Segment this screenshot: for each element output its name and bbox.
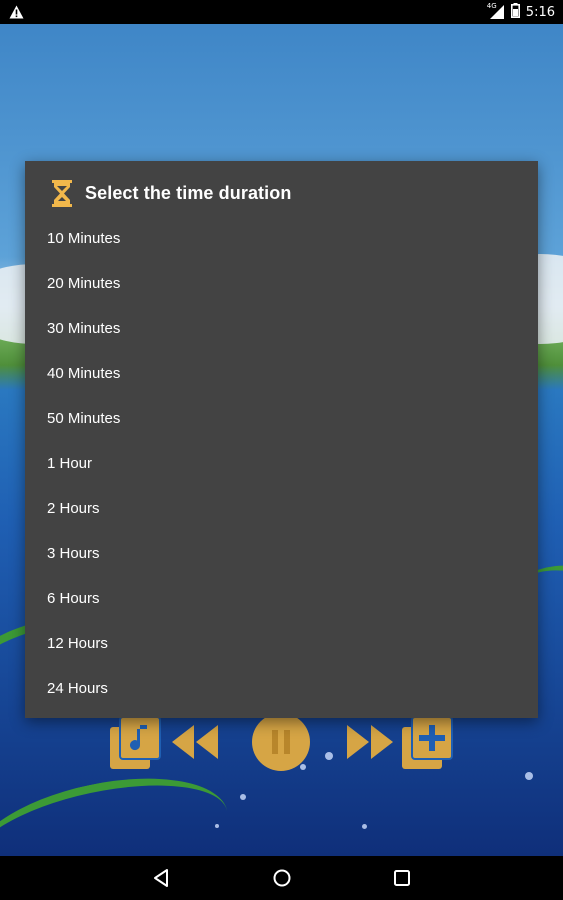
duration-list: 10 Minutes 20 Minutes 30 Minutes 40 Minu…: [25, 216, 538, 711]
hourglass-icon: [52, 180, 72, 211]
time-duration-dialog: Select the time duration 10 Minutes 20 M…: [25, 161, 538, 718]
clock-time: 5:16: [525, 4, 555, 20]
duration-option-24-hours[interactable]: 24 Hours: [25, 666, 538, 711]
home-icon[interactable]: [272, 868, 292, 892]
add-playlist-icon[interactable]: [402, 717, 454, 769]
signal-icon: 4G: [487, 2, 505, 20]
sparkle: [362, 824, 367, 829]
duration-option-50-minutes[interactable]: 50 Minutes: [25, 396, 538, 441]
fast-forward-icon[interactable]: [347, 725, 393, 759]
navigation-bar: [0, 856, 563, 900]
warning-icon: [9, 4, 24, 23]
sparkle: [215, 824, 219, 828]
battery-icon: [510, 2, 520, 22]
pause-icon[interactable]: [252, 713, 310, 771]
duration-option-12-hours[interactable]: 12 Hours: [25, 621, 538, 666]
dialog-title: Select the time duration: [85, 183, 292, 203]
duration-option-30-minutes[interactable]: 30 Minutes: [25, 306, 538, 351]
duration-option-20-minutes[interactable]: 20 Minutes: [25, 261, 538, 306]
status-bar: 4G 5:16: [0, 0, 563, 24]
sparkle: [525, 772, 533, 780]
duration-option-3-hours[interactable]: 3 Hours: [25, 531, 538, 576]
duration-option-10-minutes[interactable]: 10 Minutes: [25, 216, 538, 261]
recents-icon[interactable]: [392, 868, 412, 892]
back-icon[interactable]: [152, 868, 172, 892]
duration-option-6-hours[interactable]: 6 Hours: [25, 576, 538, 621]
playlist-icon[interactable]: [110, 717, 162, 769]
sparkle: [240, 794, 246, 800]
dialog-header: Select the time duration: [25, 161, 538, 223]
duration-option-1-hour[interactable]: 1 Hour: [25, 441, 538, 486]
player-controls: [0, 713, 563, 773]
rewind-icon[interactable]: [172, 725, 218, 759]
duration-option-2-hours[interactable]: 2 Hours: [25, 486, 538, 531]
duration-option-40-minutes[interactable]: 40 Minutes: [25, 351, 538, 396]
